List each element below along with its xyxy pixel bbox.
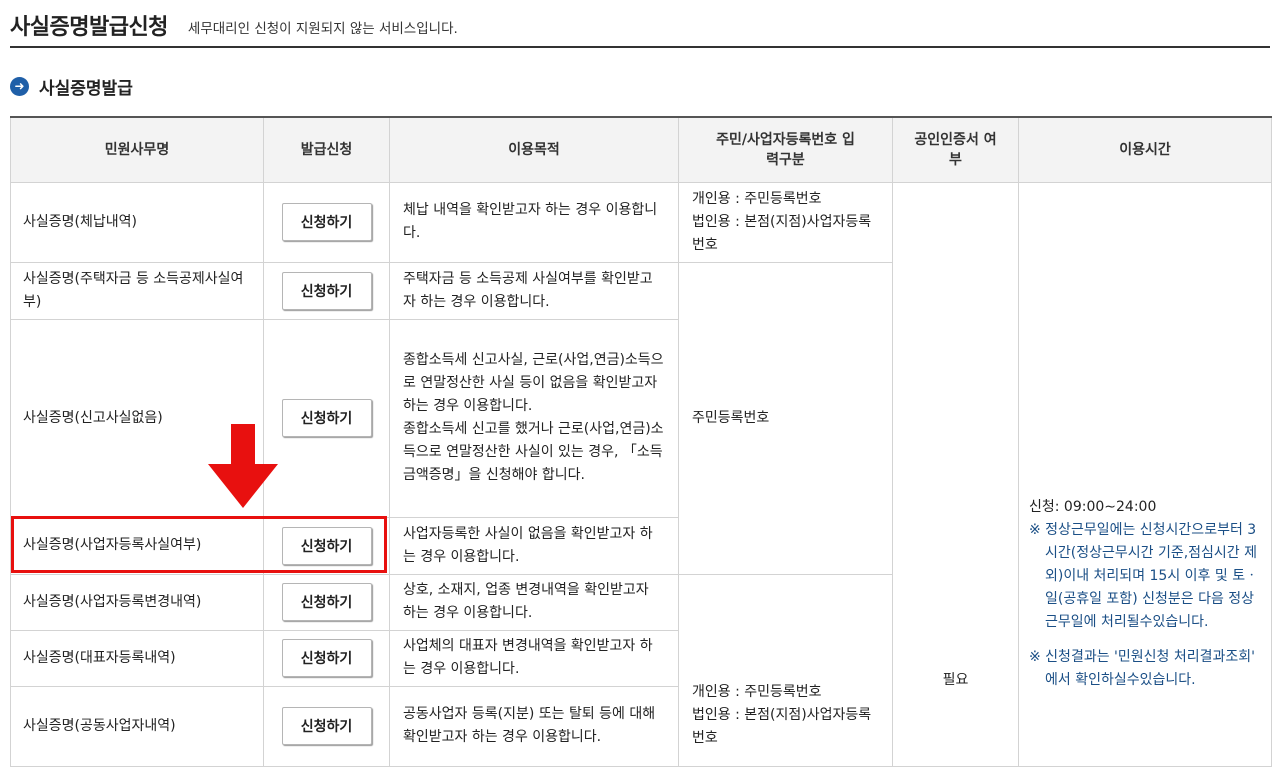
apply-button[interactable]: 신청하기	[281, 399, 372, 437]
id-type-cell: 개인용 : 주민등록번호 법인용 : 본점(지점)사업자등록번호	[678, 573, 893, 767]
column-header: 공인인증서 여부	[892, 116, 1019, 183]
apply-button[interactable]: 신청하기	[281, 583, 372, 621]
table-row: 사실증명(체납내역) 신청하기 체납 내역을 확인받고자 하는 경우 이용합니다…	[10, 181, 1272, 767]
service-name[interactable]: 사실증명(공동사업자내역)	[10, 685, 264, 767]
apply-button[interactable]: 신청하기	[281, 203, 372, 241]
id-type-personal: 개인용 : 주민등록번호	[692, 683, 822, 700]
apply-button[interactable]: 신청하기	[281, 271, 372, 310]
section-heading: ➜ 사실증명발급	[10, 74, 133, 99]
processing-note: ※ 정상근무일에는 신청시간으로부터 3시간(정상근무시간 기준,점심시간 제외…	[1029, 522, 1258, 630]
column-header: 이용목적	[389, 116, 679, 183]
result-note: ※ 신청결과는 '민원신청 처리결과조회' 에서 확인하실수있습니다.	[1029, 649, 1255, 688]
section-title: 사실증명발급	[39, 79, 133, 99]
apply-button[interactable]: 신청하기	[281, 707, 372, 745]
purpose-text: 종합소득세 신고사실, 근로(사업,연금)소득으로 연말정산한 사실 등이 없음…	[403, 352, 664, 414]
service-name[interactable]: 사실증명(체납내역)	[10, 181, 264, 263]
purpose-text: 주택자금 등 소득공제 사실여부를 확인받고자 하는 경우 이용합니다.	[389, 261, 679, 320]
usage-hours: 신청: 09:00∼24:00 ※ 정상근무일에는 신청시간으로부터 3시간(정…	[1018, 181, 1272, 767]
arrow-right-circle-icon: ➜	[10, 77, 29, 96]
purpose-text: 사업체의 대표자 변경내역을 확인받고자 하는 경우 이용합니다.	[389, 629, 679, 687]
purpose-cell: 종합소득세 신고사실, 근로(사업,연금)소득으로 연말정산한 사실 등이 없음…	[389, 318, 679, 518]
id-type-corporate: 법인용 : 본점(지점)사업자등록번호	[692, 706, 872, 746]
page-subtitle: 세무대리인 신청이 지원되지 않는 서비스입니다.	[187, 21, 458, 37]
id-type-cell: 주민등록번호	[678, 261, 893, 575]
table-header-row: 민원사무명 발급신청 이용목적 주민/사업자등록번호 입력구분 공인인증서 여부…	[10, 116, 1272, 183]
service-name[interactable]: 사실증명(사업자등록변경내역)	[10, 573, 264, 631]
service-name[interactable]: 사실증명(대표자등록내역)	[10, 629, 264, 687]
column-header: 민원사무명	[10, 116, 264, 183]
column-header: 발급신청	[263, 116, 390, 183]
apply-hours: 신청: 09:00∼24:00	[1029, 499, 1157, 515]
page-header: 사실증명발급신청 세무대리인 신청이 지원되지 않는 서비스입니다.	[10, 4, 1270, 48]
purpose-text: 체납 내역을 확인받고자 하는 경우 이용합니다.	[389, 181, 679, 263]
red-down-arrow-icon	[208, 424, 278, 512]
cert-required: 필요	[892, 181, 1019, 767]
id-type-corporate: 법인용 : 본점(지점)사업자등록번호	[692, 213, 872, 253]
column-header: 이용시간	[1018, 116, 1272, 183]
id-type-personal: 개인용 : 주민등록번호	[692, 190, 822, 207]
purpose-text: 상호, 소재지, 업종 변경내역을 확인받고자 하는 경우 이용합니다.	[389, 573, 679, 631]
id-type-cell: 개인용 : 주민등록번호 법인용 : 본점(지점)사업자등록번호	[678, 181, 893, 263]
apply-button[interactable]: 신청하기	[281, 639, 372, 677]
apply-button[interactable]: 신청하기	[281, 526, 372, 565]
purpose-text: 사업자등록한 사실이 없음을 확인받고자 하는 경우 이용합니다.	[389, 516, 679, 575]
purpose-note: 종합소득세 신고를 했거나 근로(사업,연금)소득으로 연말정산한 사실이 있는…	[403, 421, 664, 483]
certificate-table: 민원사무명 발급신청 이용목적 주민/사업자등록번호 입력구분 공인인증서 여부…	[10, 116, 1272, 767]
column-header: 주민/사업자등록번호 입력구분	[678, 116, 893, 183]
purpose-text: 공동사업자 등록(지분) 또는 탈퇴 등에 대해 확인받고자 하는 경우 이용합…	[389, 685, 679, 767]
service-name[interactable]: 사실증명(사업자등록사실여부)	[10, 516, 264, 575]
page-title: 사실증명발급신청	[10, 15, 168, 40]
service-name[interactable]: 사실증명(주택자금 등 소득공제사실여부)	[10, 261, 264, 320]
